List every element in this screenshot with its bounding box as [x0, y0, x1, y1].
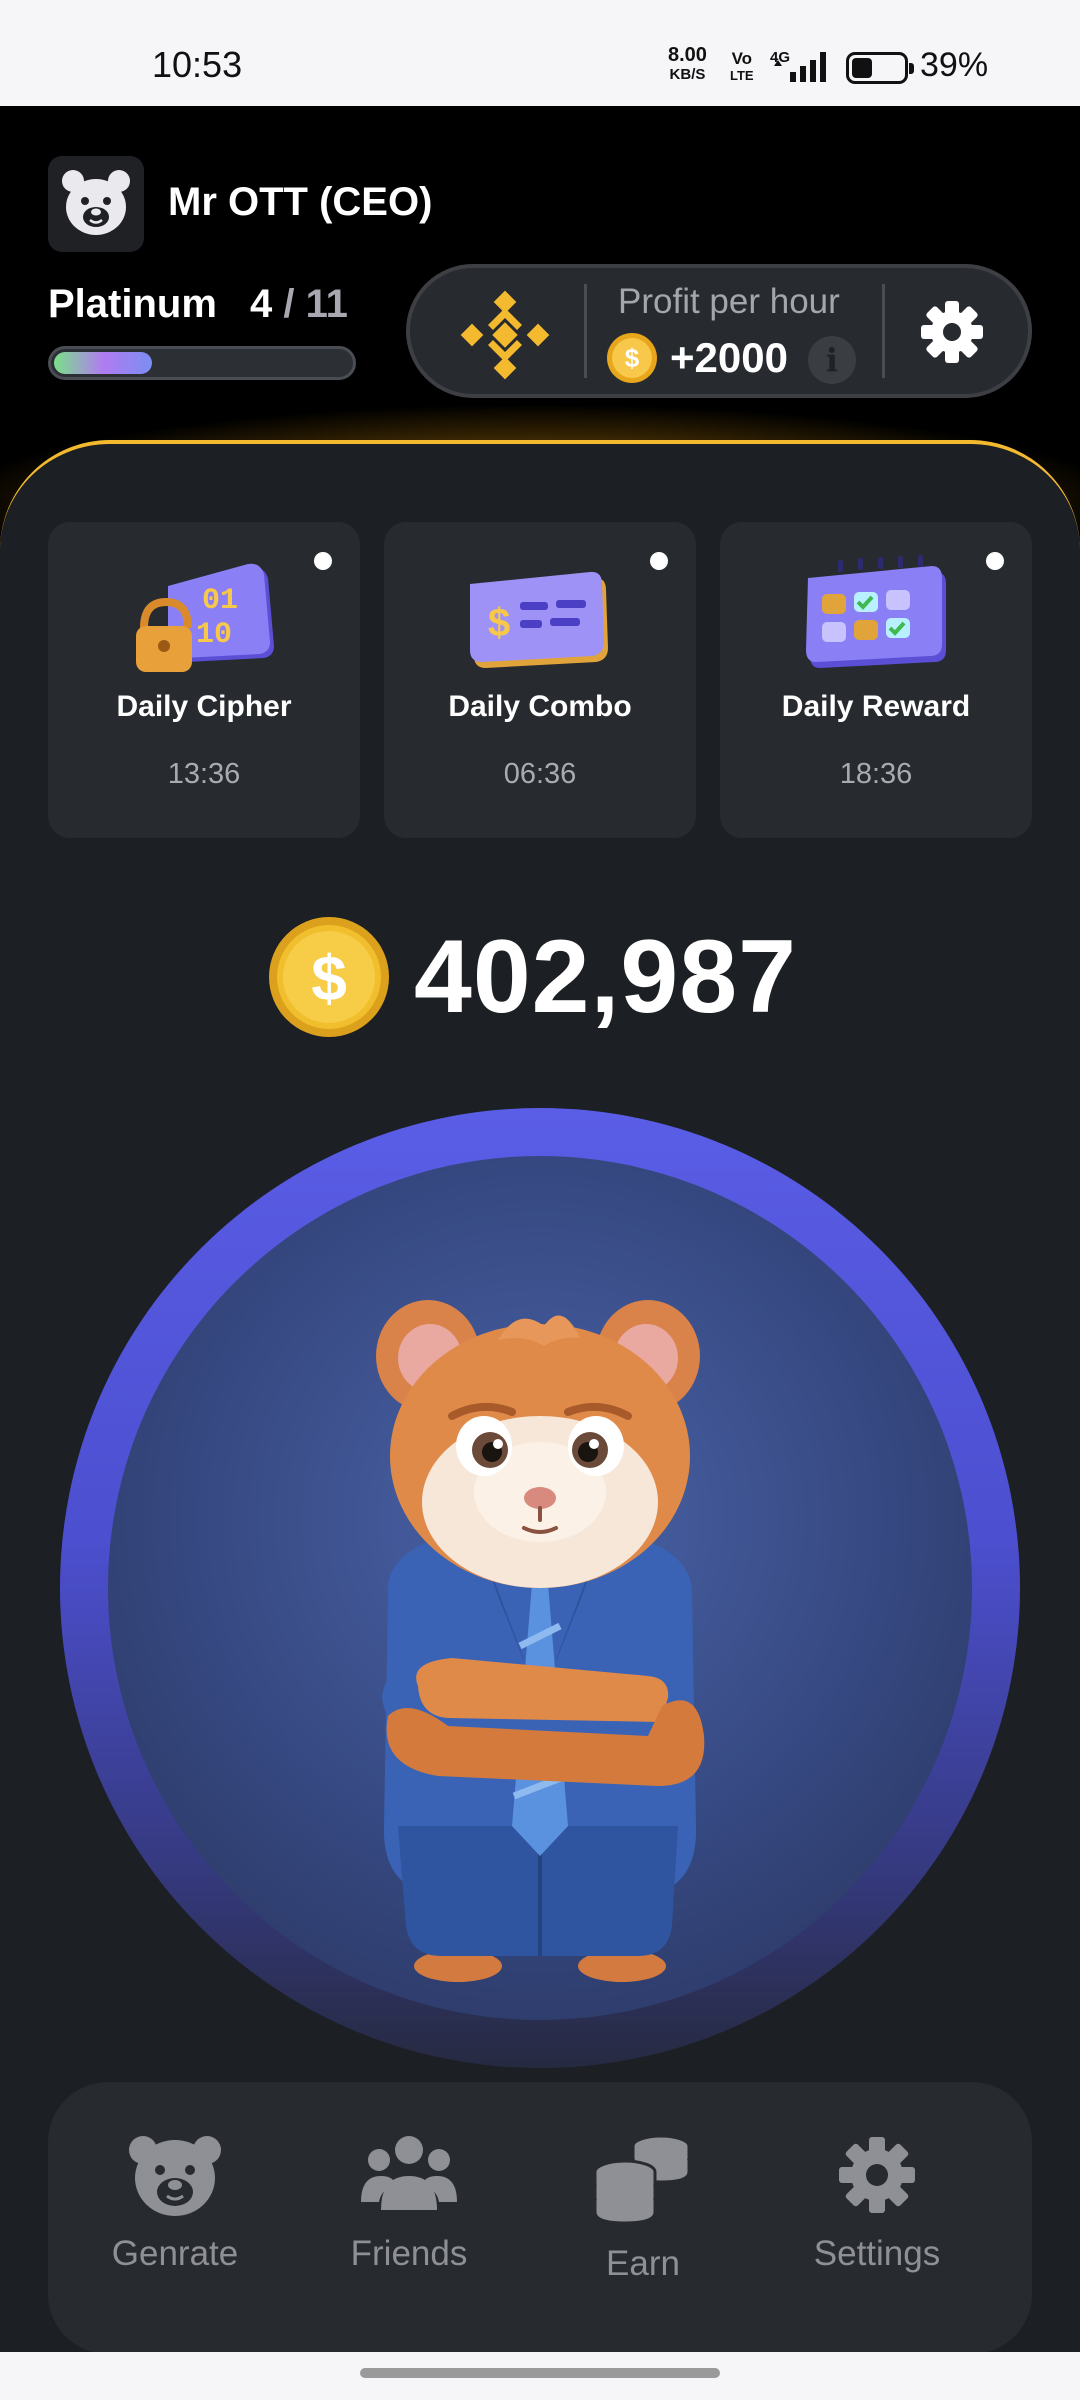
signal-icon: 4G: [770, 48, 834, 89]
avatar[interactable]: [48, 156, 144, 252]
bottom-nav: Genrate Friends Earn Settings: [48, 2082, 1032, 2354]
daily-reward-title: Daily Reward: [781, 690, 971, 723]
level-current: 4: [250, 282, 273, 326]
gear-icon[interactable]: [916, 296, 988, 373]
level-progress-fill: [54, 352, 152, 374]
notification-dot: [314, 552, 332, 570]
volte-top: Vo: [731, 49, 753, 68]
home-indicator[interactable]: [360, 2368, 720, 2378]
calendar-reward-icon: [806, 555, 946, 668]
nav-label-friends: Friends: [350, 2234, 468, 2273]
cipher-lock-icon: 01 10: [136, 563, 274, 672]
daily-cipher-timer: 13:36: [167, 758, 241, 790]
status-time: 10:53: [152, 44, 243, 85]
level-separator: /: [272, 282, 306, 326]
coin-icon: $: [269, 917, 389, 1037]
tap-button[interactable]: [60, 1108, 1020, 2068]
svg-text:01: 01: [202, 584, 238, 618]
daily-cipher-title: Daily Cipher: [116, 690, 292, 723]
info-icon[interactable]: i: [808, 336, 856, 384]
nav-label-genrate: Genrate: [111, 2234, 239, 2273]
volte-indicator: Vo LTE: [730, 50, 754, 84]
nav-item-settings[interactable]: Settings: [760, 2132, 994, 2312]
network-speed-value: 8.00: [668, 44, 707, 66]
network-speed-unit: KB/S: [669, 66, 706, 83]
hamster-character[interactable]: [348, 1266, 732, 1986]
nav-item-earn[interactable]: Earn: [526, 2132, 760, 2312]
svg-text:10: 10: [196, 618, 232, 652]
profit-per-hour-panel: Profit per hour $ +2000 i: [406, 264, 1032, 398]
notification-dot: [986, 552, 1004, 570]
nav-item-genrate[interactable]: Genrate: [58, 2132, 292, 2312]
svg-text:$: $: [311, 942, 347, 1014]
level-name[interactable]: Platinum: [48, 282, 217, 327]
volte-bottom: LTE: [730, 68, 754, 83]
coin-icon: $: [607, 333, 657, 383]
friends-icon: [361, 2136, 457, 2210]
coins-stack-icon: [593, 2134, 691, 2225]
level-progress-bar: [48, 346, 356, 380]
battery-percent: 39%: [920, 46, 989, 84]
daily-combo-card[interactable]: $ Daily Combo 06:36: [384, 522, 696, 838]
nav-label-earn: Earn: [606, 2244, 680, 2283]
bear-icon: [62, 170, 130, 235]
network-speed: 8.00 KB/S: [668, 44, 707, 84]
balance: $ 402,987: [268, 914, 797, 1040]
notification-dot: [650, 552, 668, 570]
tap-button-inner[interactable]: [108, 1156, 972, 2020]
battery-icon: [846, 52, 914, 84]
profit-value: +2000: [670, 334, 788, 381]
level-total: 11: [305, 282, 348, 326]
daily-combo-title: Daily Combo: [448, 690, 632, 723]
svg-text:$: $: [625, 343, 640, 373]
balance-value: 402,987: [414, 918, 797, 1035]
binance-icon[interactable]: [460, 290, 550, 385]
profit-label: Profit per hour: [618, 282, 840, 321]
daily-reward-timer: 18:36: [839, 758, 913, 790]
bear-icon: [129, 2136, 221, 2216]
combo-card-icon: $: [470, 571, 608, 668]
nav-label-settings: Settings: [813, 2234, 941, 2273]
gear-icon: [839, 2137, 915, 2213]
status-bar: 10:53 8.00 KB/S Vo LTE 4G 39%: [0, 0, 1080, 106]
daily-combo-timer: 06:36: [503, 758, 577, 790]
svg-text:$: $: [488, 601, 510, 645]
divider: [584, 284, 587, 378]
daily-cipher-card[interactable]: 01 10 Daily Cipher 13:36: [48, 522, 360, 838]
divider: [882, 284, 885, 378]
daily-tasks: 01 10 Daily Cipher 13:36 $ Daily Combo 0…: [48, 522, 1032, 838]
nav-item-friends[interactable]: Friends: [292, 2132, 526, 2312]
level-counter: 4 / 11: [250, 282, 348, 327]
daily-reward-card[interactable]: Daily Reward 18:36: [720, 522, 1032, 838]
main-panel: 01 10 Daily Cipher 13:36 $ Daily Combo 0…: [0, 440, 1080, 2400]
battery-fill: [852, 58, 872, 78]
user-name[interactable]: Mr OTT (CEO): [168, 180, 432, 225]
